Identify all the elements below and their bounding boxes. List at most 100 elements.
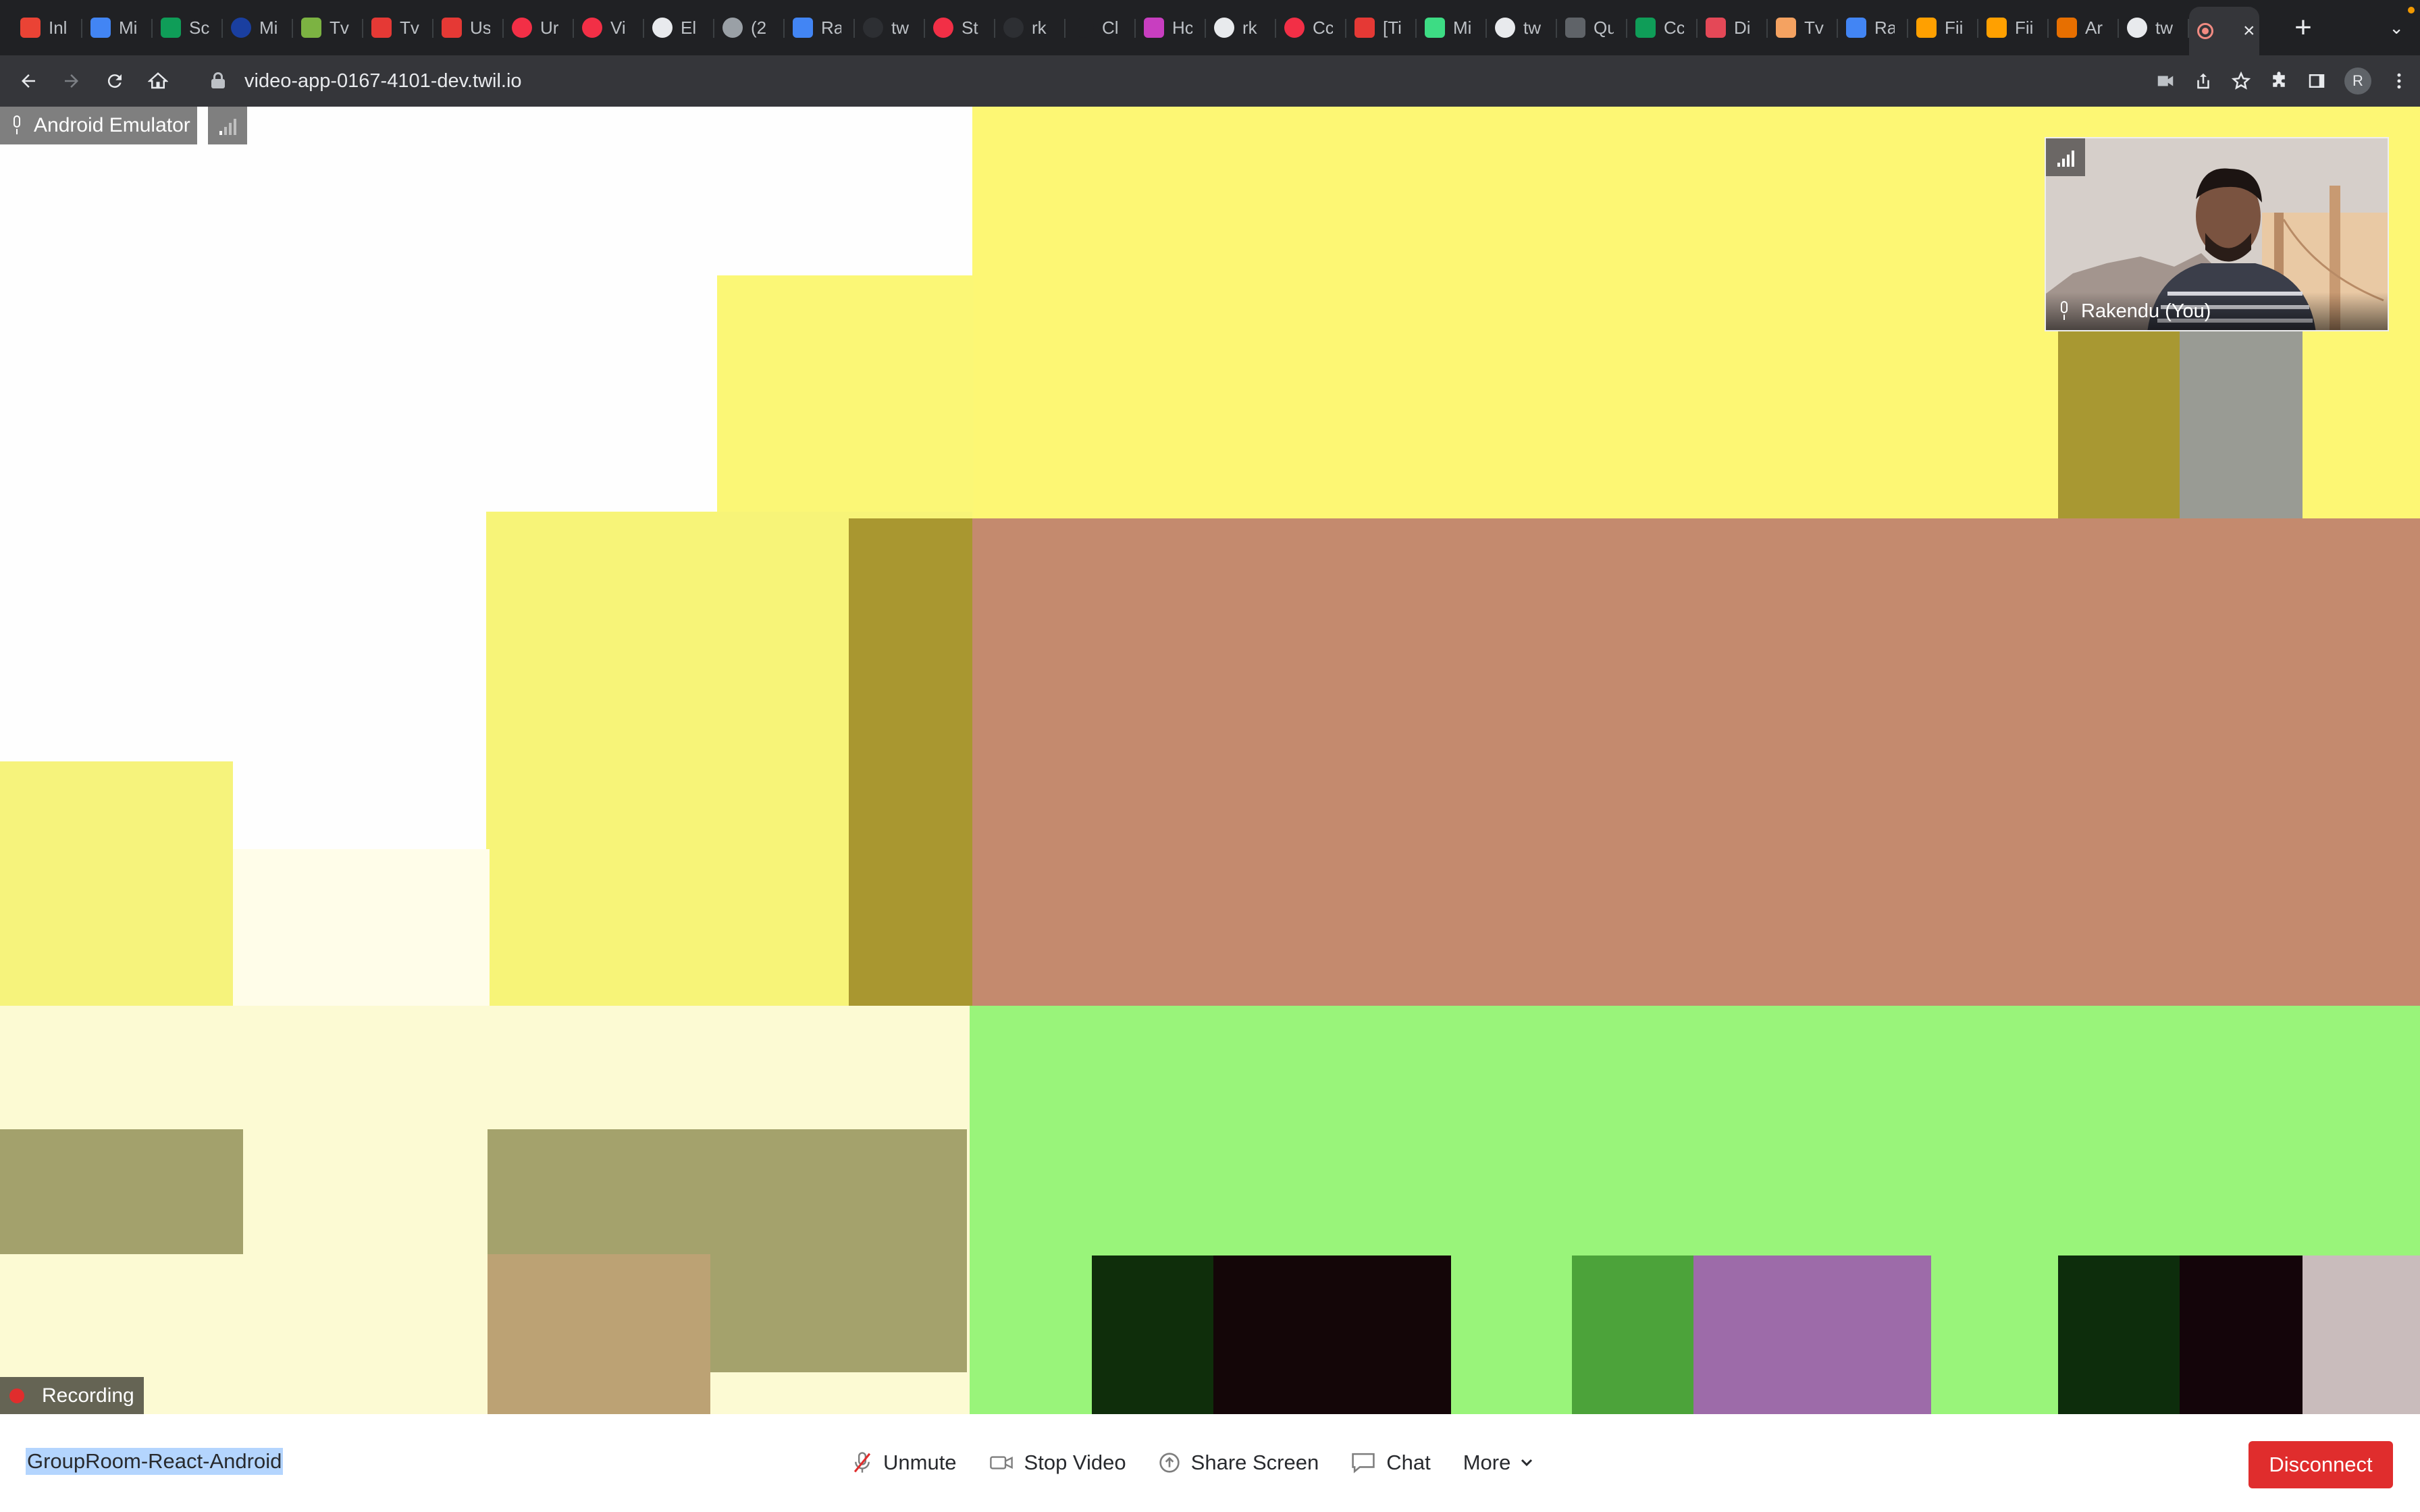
browser-tab[interactable]: El: [644, 0, 714, 55]
unmute-button[interactable]: Unmute: [852, 1451, 957, 1475]
video-block: [1092, 1256, 1213, 1414]
tab-title: Sc: [189, 17, 209, 38]
kotlin-icon: [1706, 18, 1726, 38]
browser-tab[interactable]: Di: [1698, 0, 1768, 55]
more-label: More: [1463, 1451, 1511, 1474]
twilio-icon: [1284, 18, 1305, 38]
close-tab-icon[interactable]: ×: [2243, 20, 2255, 43]
browser-tab[interactable]: Mi: [82, 0, 153, 55]
more-button[interactable]: More: [1463, 1451, 1546, 1475]
chat-button[interactable]: Chat: [1351, 1451, 1431, 1475]
forward-button[interactable]: [50, 59, 93, 103]
browser-tab[interactable]: [Ti: [1346, 0, 1417, 55]
mic-off-icon: [853, 1452, 871, 1473]
firebase-icon: [1987, 18, 2007, 38]
browser-tab[interactable]: Ra: [785, 0, 855, 55]
self-network-quality-icon: [2046, 138, 2085, 176]
reload-button[interactable]: [93, 59, 136, 103]
kebab-menu-icon[interactable]: [2389, 71, 2409, 91]
browser-tab[interactable]: Ar: [2049, 0, 2119, 55]
tab-title: Us: [470, 17, 490, 38]
stop-video-button[interactable]: Stop Video: [989, 1451, 1126, 1475]
browser-tab[interactable]: Cl: [1066, 0, 1136, 55]
browser-tab[interactable]: rk: [1206, 0, 1276, 55]
main-participant-name: Android Emulator: [34, 114, 190, 136]
media-controls: Unmute Stop Video Share Screen Chat More: [852, 1441, 1578, 1484]
address-bar[interactable]: video-app-0167-4101-dev.twil.io: [189, 62, 2420, 100]
browser-tab[interactable]: Tv: [1768, 0, 1838, 55]
browser-tab[interactable]: Cc: [1627, 0, 1698, 55]
tab-title: tw: [2155, 17, 2173, 38]
tab-title: Mi: [259, 17, 278, 38]
bookmark-star-icon[interactable]: [2231, 71, 2251, 91]
docs-icon: [90, 18, 111, 38]
share-screen-button[interactable]: Share Screen: [1159, 1451, 1319, 1475]
recording-label: Recording: [42, 1384, 134, 1407]
browser-tab[interactable]: ×: [2189, 7, 2259, 55]
tab-title: Tv: [330, 17, 349, 38]
browser-tab[interactable]: rk: [995, 0, 1066, 55]
tab-title: rk: [1032, 17, 1047, 38]
main-participant-video: Android Emulator Rakendu (You) Recording: [0, 107, 2420, 1414]
tab-title: (2: [751, 17, 767, 38]
browser-tab[interactable]: St: [925, 0, 995, 55]
twilio-icon: [512, 18, 532, 38]
tab-title: Mi: [1453, 17, 1472, 38]
notification-dot: [2408, 7, 2415, 14]
camera-in-use-icon[interactable]: [2155, 71, 2176, 91]
browser-tab[interactable]: Cc: [1276, 0, 1346, 55]
browser-tab[interactable]: tw: [1487, 0, 1557, 55]
browser-tab[interactable]: tw: [855, 0, 925, 55]
recording-indicator: Recording: [0, 1377, 144, 1414]
browser-tab[interactable]: Vi: [574, 0, 644, 55]
reload-icon: [107, 74, 122, 88]
tab-title: Mi: [119, 17, 138, 38]
tab-title: Ra: [821, 17, 841, 38]
browser-tab[interactable]: Ur: [504, 0, 574, 55]
unmute-label: Unmute: [883, 1451, 957, 1474]
globe-icon: [652, 18, 673, 38]
share-icon[interactable]: [2193, 71, 2213, 91]
browser-tab[interactable]: Ra: [1838, 0, 1908, 55]
new-tab-button[interactable]: +: [2286, 11, 2320, 45]
side-panel-icon[interactable]: [2307, 71, 2327, 91]
browser-tab[interactable]: Mi: [1417, 0, 1487, 55]
browser-tab[interactable]: Sc: [153, 0, 223, 55]
lock-icon[interactable]: [209, 72, 227, 90]
browser-tab[interactable]: Fii: [1908, 0, 1978, 55]
tab-title: rk: [1242, 17, 1257, 38]
browser-toolbar: video-app-0167-4101-dev.twil.io R: [0, 55, 2420, 107]
browser-tab[interactable]: Fii: [1978, 0, 2049, 55]
github-icon: [1214, 18, 1234, 38]
self-view-tile[interactable]: Rakendu (You): [2045, 137, 2389, 331]
x-red-icon: [1354, 18, 1375, 38]
sheets-icon: [1635, 18, 1656, 38]
dark-circle-icon: [1003, 18, 1024, 38]
disconnect-button[interactable]: Disconnect: [2248, 1441, 2393, 1488]
room-name: GroupRoom-React-Android: [26, 1448, 284, 1475]
tab-title: Ur: [540, 17, 559, 38]
browser-tab[interactable]: Mi: [223, 0, 293, 55]
browser-tab[interactable]: Us: [433, 0, 504, 55]
toolbar-actions: R: [2155, 55, 2409, 107]
twilio-icon: [582, 18, 602, 38]
github-icon: [1074, 18, 1094, 38]
browser-tab[interactable]: (2: [714, 0, 785, 55]
browser-tab[interactable]: Hc: [1136, 0, 1206, 55]
tab-title: tw: [891, 17, 909, 38]
firebase-icon: [1916, 18, 1937, 38]
home-button[interactable]: [136, 59, 180, 103]
browser-tab[interactable]: Tv: [293, 0, 363, 55]
profile-avatar[interactable]: R: [2344, 68, 2371, 94]
back-button[interactable]: [7, 59, 50, 103]
browser-tab[interactable]: Inl: [12, 0, 82, 55]
url-text[interactable]: video-app-0167-4101-dev.twil.io: [244, 70, 522, 92]
tab-title: Vi: [610, 17, 626, 38]
extensions-puzzle-icon[interactable]: [2269, 71, 2289, 91]
tab-title: [Ti: [1383, 17, 1402, 38]
browser-tab[interactable]: Qu: [1557, 0, 1627, 55]
browser-tab[interactable]: Tv: [363, 0, 433, 55]
tab-search-chevron-icon[interactable]: ⌄: [2389, 18, 2404, 38]
browser-tab[interactable]: tw: [2119, 0, 2189, 55]
video-block: [2303, 1256, 2420, 1414]
